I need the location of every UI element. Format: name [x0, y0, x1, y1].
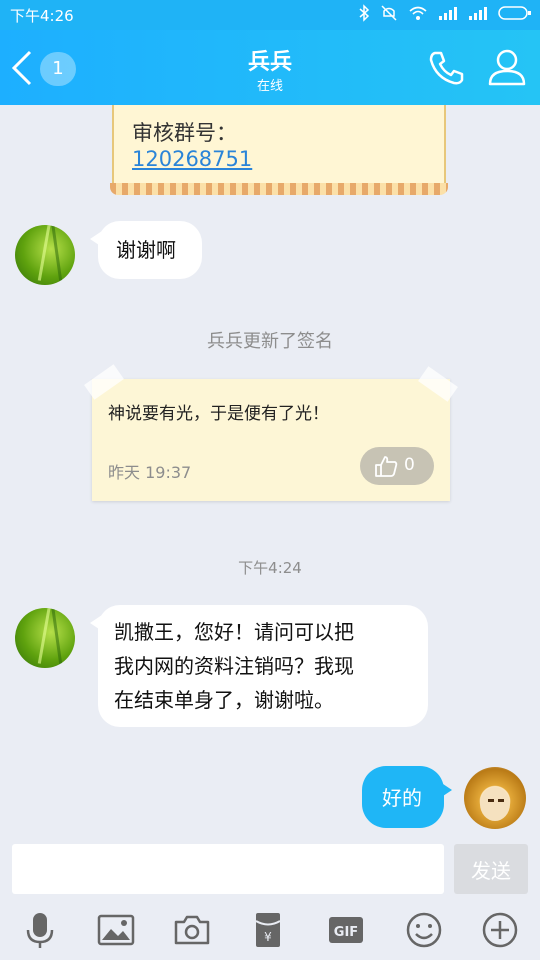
send-button[interactable]: 发送 — [454, 844, 528, 894]
status-icons — [358, 4, 532, 22]
wifi-icon — [409, 6, 427, 20]
signature-time: 昨天 19:37 — [108, 463, 192, 482]
emoji-icon[interactable] — [404, 910, 444, 950]
message-input[interactable] — [12, 844, 444, 894]
signature-card[interactable]: 神说要有光，于是便有了光！ 昨天 19:37 0 — [84, 364, 458, 501]
chat-header: 1 兵兵 在线 — [0, 30, 540, 105]
status-bar: 下午4:26 — [0, 0, 540, 30]
message-line: 凯撒王，您好！请问可以把 — [114, 620, 354, 644]
contact-avatar[interactable] — [15, 608, 75, 668]
reply-bubble[interactable]: 好的 — [362, 766, 452, 828]
bluetooth-icon — [359, 4, 370, 22]
message-bubble[interactable]: 谢谢啊 — [90, 221, 202, 279]
signature-notice: 兵兵更新了签名 — [207, 331, 333, 352]
image-icon[interactable] — [96, 910, 136, 950]
thumbs-up-icon — [375, 456, 398, 477]
status-time: 下午4:26 — [10, 7, 74, 25]
chat-area[interactable]: 审核群号： 120268751 谢谢啊 兵兵更新了签名 神说要有光，于是便有了光… — [0, 105, 540, 840]
like-button[interactable]: 0 — [360, 447, 434, 485]
signal-icon — [439, 7, 457, 20]
signature-text: 神说要有光，于是便有了光！ — [108, 404, 329, 424]
reply-text: 好的 — [382, 786, 422, 810]
avatar-face — [480, 787, 510, 821]
message-bubble[interactable]: 凯撒王，您好！请问可以把 我内网的资料注销吗？我现 在结束单身了，谢谢啦。 — [90, 605, 428, 727]
profile-icon[interactable] — [486, 46, 528, 88]
card-fringe — [110, 183, 448, 195]
like-count: 0 — [404, 455, 415, 475]
group-number-link[interactable]: 120268751 — [132, 147, 252, 171]
plus-icon[interactable] — [480, 910, 520, 950]
camera-icon[interactable] — [172, 910, 212, 950]
mute-icon — [381, 5, 397, 21]
input-toolbar: ¥ GIF — [0, 900, 540, 960]
my-avatar[interactable] — [464, 767, 526, 829]
message-line: 我内网的资料注销吗？我现 — [114, 654, 354, 678]
red-packet-icon[interactable]: ¥ — [248, 910, 288, 950]
svg-text:¥: ¥ — [264, 930, 272, 944]
phone-icon[interactable] — [426, 48, 466, 88]
message-text: 谢谢啊 — [116, 238, 176, 262]
tape-decoration — [84, 364, 124, 400]
contact-avatar[interactable] — [15, 225, 75, 285]
avatar-eye — [498, 799, 504, 802]
gif-icon[interactable]: GIF — [326, 910, 366, 950]
group-card-label: 审核群号： — [132, 121, 237, 145]
group-card[interactable]: 审核群号： 120268751 — [110, 105, 448, 195]
microphone-icon[interactable] — [20, 910, 60, 950]
message-timestamp: 下午4:24 — [238, 559, 302, 577]
message-line: 在结束单身了，谢谢啦。 — [114, 688, 334, 712]
input-bar: 发送 — [0, 840, 540, 900]
avatar-eye — [488, 799, 494, 802]
tape-decoration — [418, 366, 458, 402]
signal-icon-2 — [469, 7, 487, 20]
battery-icon — [498, 6, 531, 20]
svg-text:GIF: GIF — [334, 925, 358, 940]
